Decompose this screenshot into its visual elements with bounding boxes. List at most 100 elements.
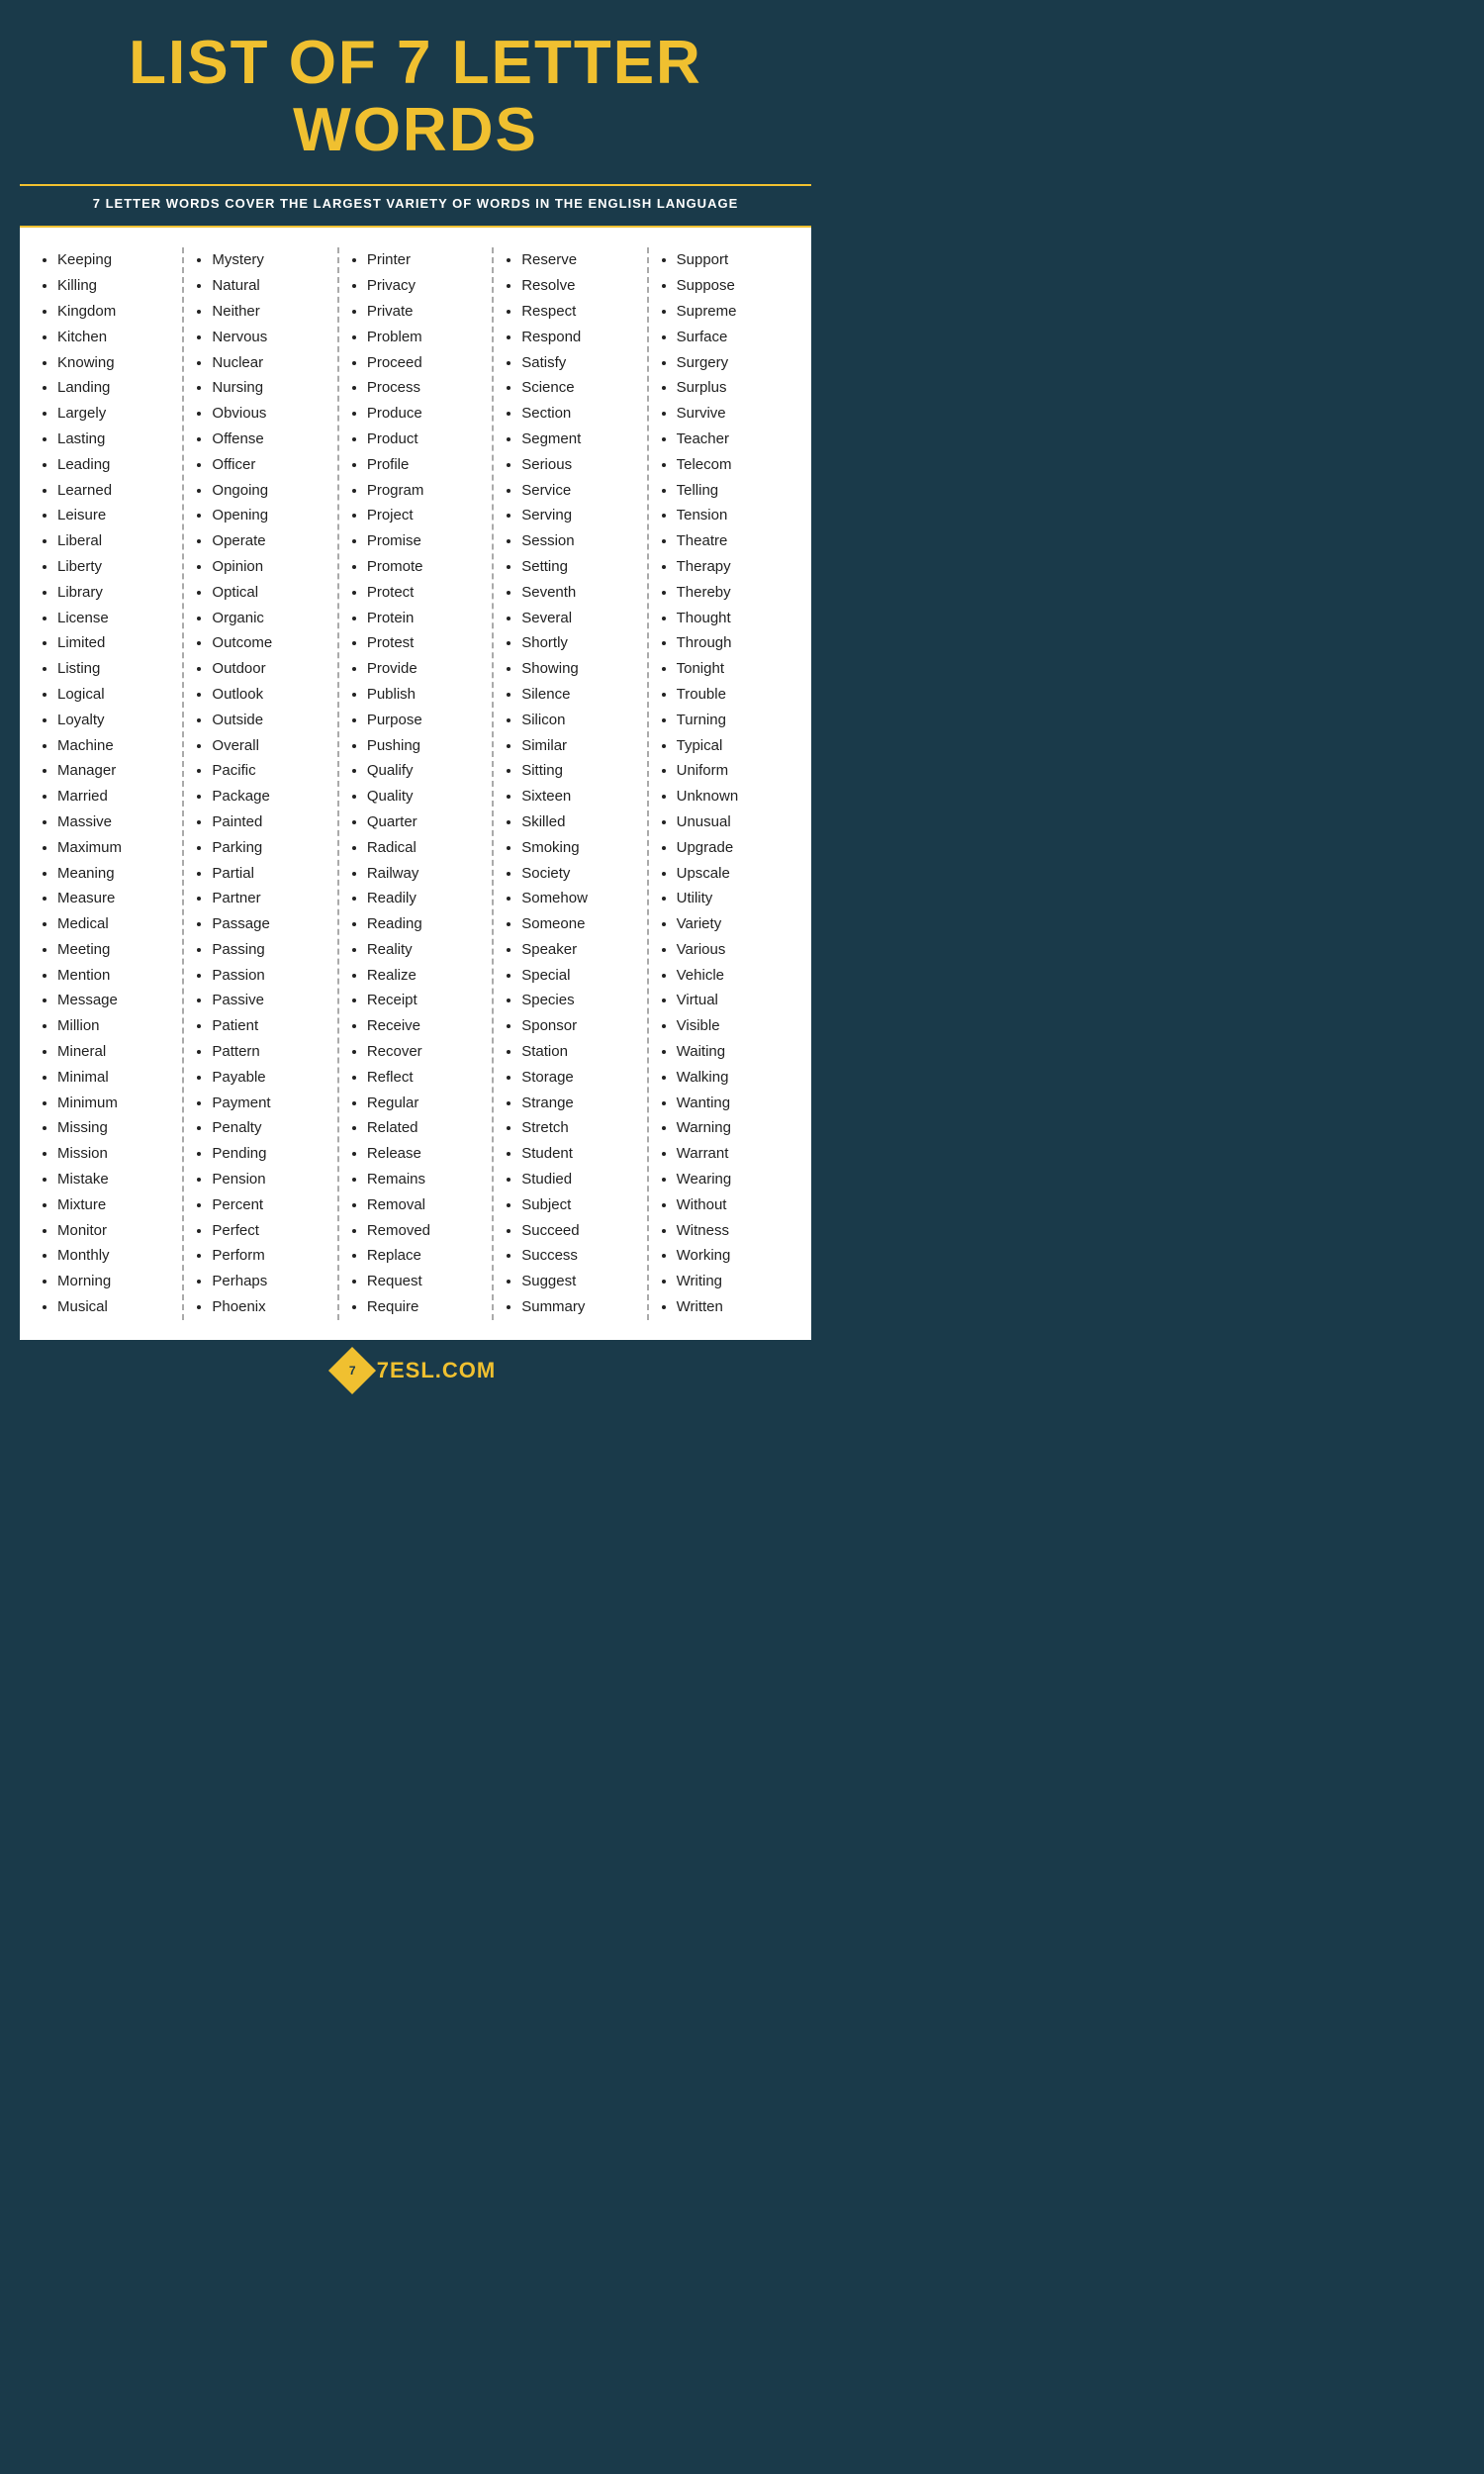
- list-item: Organic: [212, 606, 326, 631]
- word-list-4: ReserveResolveRespectRespondSatisfyScien…: [504, 247, 636, 1319]
- word-list-2: MysteryNaturalNeitherNervousNuclearNursi…: [194, 247, 326, 1319]
- column-3: PrinterPrivacyPrivateProblemProceedProce…: [339, 247, 494, 1319]
- list-item: Pension: [212, 1167, 326, 1192]
- list-item: Killing: [57, 273, 172, 299]
- list-item: Receive: [367, 1013, 482, 1039]
- list-item: Listing: [57, 656, 172, 682]
- list-item: Profile: [367, 452, 482, 478]
- list-item: Written: [677, 1294, 791, 1320]
- list-item: Private: [367, 299, 482, 325]
- header: LIST OF 7 LETTER WORDS: [0, 0, 831, 184]
- list-item: Machine: [57, 733, 172, 759]
- list-item: Partner: [212, 886, 326, 911]
- list-item: Proceed: [367, 350, 482, 376]
- list-item: Species: [521, 988, 636, 1013]
- list-item: Perhaps: [212, 1269, 326, 1294]
- list-item: Program: [367, 478, 482, 504]
- list-item: Theatre: [677, 528, 791, 554]
- logo-symbol: 7: [348, 1364, 355, 1378]
- column-1: KeepingKillingKingdomKitchenKnowingLandi…: [30, 247, 184, 1319]
- list-item: Resolve: [521, 273, 636, 299]
- list-item: Natural: [212, 273, 326, 299]
- list-item: Mineral: [57, 1039, 172, 1065]
- list-item: Protest: [367, 630, 482, 656]
- list-item: Logical: [57, 682, 172, 708]
- columns-wrapper: KeepingKillingKingdomKitchenKnowingLandi…: [30, 247, 801, 1319]
- list-item: Outcome: [212, 630, 326, 656]
- list-item: Science: [521, 375, 636, 401]
- list-item: Railway: [367, 861, 482, 887]
- list-item: Manager: [57, 758, 172, 784]
- list-item: Seventh: [521, 580, 636, 606]
- list-item: Succeed: [521, 1218, 636, 1244]
- list-item: Unknown: [677, 784, 791, 809]
- list-item: Measure: [57, 886, 172, 911]
- list-item: Monitor: [57, 1218, 172, 1244]
- column-2: MysteryNaturalNeitherNervousNuclearNursi…: [184, 247, 338, 1319]
- list-item: Upscale: [677, 861, 791, 887]
- list-item: Studied: [521, 1167, 636, 1192]
- list-item: Outlook: [212, 682, 326, 708]
- list-item: Loyalty: [57, 708, 172, 733]
- list-item: Recover: [367, 1039, 482, 1065]
- list-item: Knowing: [57, 350, 172, 376]
- list-item: Serving: [521, 503, 636, 528]
- list-item: Perform: [212, 1243, 326, 1269]
- list-item: Receipt: [367, 988, 482, 1013]
- list-item: Opening: [212, 503, 326, 528]
- list-item: Outside: [212, 708, 326, 733]
- list-item: Partial: [212, 861, 326, 887]
- list-item: Protein: [367, 606, 482, 631]
- list-item: Patient: [212, 1013, 326, 1039]
- list-item: Special: [521, 963, 636, 989]
- list-item: Passage: [212, 911, 326, 937]
- list-item: Thought: [677, 606, 791, 631]
- list-item: Turning: [677, 708, 791, 733]
- list-item: Utility: [677, 886, 791, 911]
- list-item: Overall: [212, 733, 326, 759]
- list-item: Message: [57, 988, 172, 1013]
- list-item: Respect: [521, 299, 636, 325]
- list-item: Parking: [212, 835, 326, 861]
- list-item: Satisfy: [521, 350, 636, 376]
- list-item: Removal: [367, 1192, 482, 1218]
- list-item: Million: [57, 1013, 172, 1039]
- list-item: Reality: [367, 937, 482, 963]
- list-item: Promote: [367, 554, 482, 580]
- list-item: Provide: [367, 656, 482, 682]
- list-item: Payable: [212, 1065, 326, 1091]
- list-item: Largely: [57, 401, 172, 427]
- list-item: Trouble: [677, 682, 791, 708]
- list-item: Missing: [57, 1115, 172, 1141]
- list-item: Without: [677, 1192, 791, 1218]
- list-item: Success: [521, 1243, 636, 1269]
- list-item: Mystery: [212, 247, 326, 273]
- list-item: Opinion: [212, 554, 326, 580]
- list-item: Serious: [521, 452, 636, 478]
- list-item: Through: [677, 630, 791, 656]
- list-item: Pattern: [212, 1039, 326, 1065]
- list-item: Leisure: [57, 503, 172, 528]
- list-item: Showing: [521, 656, 636, 682]
- list-item: Process: [367, 375, 482, 401]
- list-item: Surgery: [677, 350, 791, 376]
- subtitle-bar: 7 LETTER WORDS COVER THE LARGEST VARIETY…: [20, 184, 811, 228]
- list-item: Suggest: [521, 1269, 636, 1294]
- logo-diamond: 7: [328, 1347, 376, 1394]
- list-item: Visible: [677, 1013, 791, 1039]
- list-item: Quarter: [367, 809, 482, 835]
- list-item: Reflect: [367, 1065, 482, 1091]
- list-item: Strange: [521, 1091, 636, 1116]
- list-item: Writing: [677, 1269, 791, 1294]
- list-item: Virtual: [677, 988, 791, 1013]
- list-item: Optical: [212, 580, 326, 606]
- list-item: Product: [367, 427, 482, 452]
- list-item: Shortly: [521, 630, 636, 656]
- list-item: Respond: [521, 325, 636, 350]
- list-item: Pacific: [212, 758, 326, 784]
- list-item: Kingdom: [57, 299, 172, 325]
- list-item: Subject: [521, 1192, 636, 1218]
- list-item: Somehow: [521, 886, 636, 911]
- list-item: Mixture: [57, 1192, 172, 1218]
- list-item: Supreme: [677, 299, 791, 325]
